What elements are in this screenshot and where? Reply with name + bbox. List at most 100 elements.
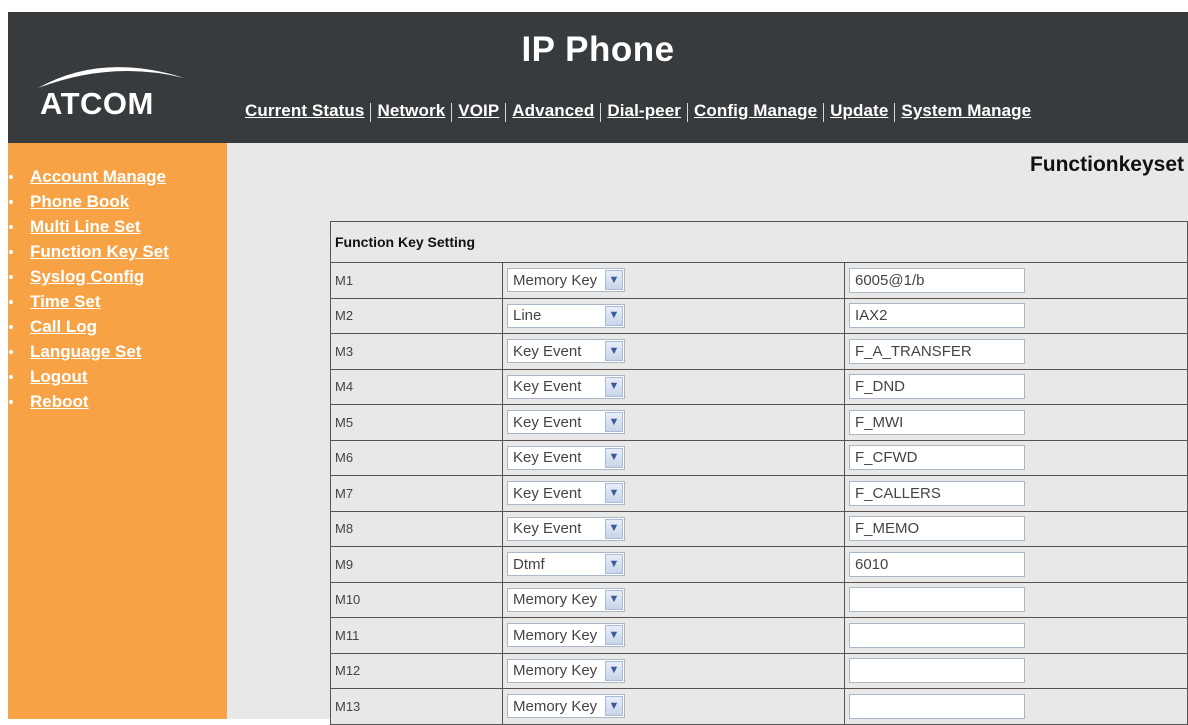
function-key-type-select[interactable]: Key Event ▼ <box>507 374 625 399</box>
chevron-down-icon[interactable]: ▼ <box>605 447 623 468</box>
function-key-type-select[interactable]: Line ▼ <box>507 303 625 328</box>
function-key-type-select[interactable]: Memory Key ▼ <box>507 694 625 719</box>
chevron-down-icon[interactable]: ▼ <box>605 341 623 362</box>
bullet-icon <box>9 175 13 179</box>
nav-separator <box>687 102 689 122</box>
chevron-down-icon[interactable]: ▼ <box>605 305 623 326</box>
function-key-value-input[interactable] <box>849 480 1025 506</box>
sidebar-menu: Account Manage Phone Book Multi Line Set… <box>8 164 169 414</box>
nav-separator <box>451 102 453 122</box>
chevron-down-icon[interactable]: ▼ <box>605 412 623 433</box>
function-key-type-select[interactable]: Memory Key ▼ <box>507 658 625 683</box>
bullet-icon <box>9 200 13 204</box>
sidebar-link-multi-line-set[interactable]: Multi Line Set <box>30 217 141 236</box>
function-key-value-input[interactable] <box>849 516 1025 542</box>
table-row: M2 Line ▼ <box>330 297 1188 334</box>
function-key-type-select[interactable]: Key Event ▼ <box>507 481 625 506</box>
function-key-value-cell <box>844 652 1188 689</box>
function-key-type-select[interactable]: Memory Key ▼ <box>507 268 625 293</box>
function-key-type-select[interactable]: Memory Key ▼ <box>507 587 625 612</box>
chevron-down-icon[interactable]: ▼ <box>605 589 623 610</box>
nav-config-manage[interactable]: Config Manage <box>694 101 817 121</box>
select-value: Key Event <box>513 484 582 502</box>
function-key-value-cell <box>844 368 1188 405</box>
nav-current-status[interactable]: Current Status <box>245 101 364 121</box>
page-title: Functionkeyset <box>1029 153 1184 176</box>
nav-network[interactable]: Network <box>377 101 445 121</box>
chevron-down-icon[interactable]: ▼ <box>605 696 623 717</box>
content-area: Functionkeyset Function Key Setting M1 Me… <box>227 143 1188 725</box>
function-key-value-input[interactable] <box>849 587 1025 613</box>
function-key-type-select[interactable]: Key Event ▼ <box>507 410 625 435</box>
function-key-type-select[interactable]: Memory Key ▼ <box>507 623 625 648</box>
sidebar: Account Manage Phone Book Multi Line Set… <box>8 143 227 719</box>
function-key-value-input[interactable] <box>849 622 1025 648</box>
sidebar-link-time-set[interactable]: Time Set <box>30 292 101 311</box>
chevron-down-icon[interactable]: ▼ <box>605 376 623 397</box>
function-key-value-input[interactable] <box>849 303 1025 329</box>
function-key-value-input[interactable] <box>849 267 1025 293</box>
select-value: Line <box>513 307 542 325</box>
nav-separator <box>823 102 825 122</box>
nav-voip[interactable]: VOIP <box>458 101 499 121</box>
function-key-value-input[interactable] <box>849 658 1025 684</box>
function-key-value-input[interactable] <box>849 409 1025 435</box>
nav-update[interactable]: Update <box>830 101 888 121</box>
sidebar-link-function-key-set[interactable]: Function Key Set <box>30 242 169 261</box>
sidebar-link-reboot[interactable]: Reboot <box>30 392 89 411</box>
function-key-type-cell: Memory Key ▼ <box>502 652 845 689</box>
function-key-value-input[interactable] <box>849 374 1025 400</box>
sidebar-item-time-set: Time Set <box>8 289 169 314</box>
function-key-type-select[interactable]: Key Event ▼ <box>507 516 625 541</box>
function-key-type-select[interactable]: Dtmf ▼ <box>507 552 625 577</box>
function-key-label: M11 <box>330 617 503 654</box>
sidebar-link-logout[interactable]: Logout <box>30 367 88 386</box>
table-row: M12 Memory Key ▼ <box>330 652 1188 689</box>
function-key-type-select[interactable]: Key Event ▼ <box>507 445 625 470</box>
top-navigation: Current Status Network VOIP Advanced Dia… <box>245 99 1031 123</box>
chevron-down-icon[interactable]: ▼ <box>605 518 623 539</box>
chevron-down-icon[interactable]: ▼ <box>605 483 623 504</box>
function-key-type-cell: Key Event ▼ <box>502 439 845 476</box>
sidebar-link-account-manage[interactable]: Account Manage <box>30 167 166 186</box>
function-key-type-cell: Key Event ▼ <box>502 475 845 512</box>
function-key-type-cell: Dtmf ▼ <box>502 546 845 583</box>
function-key-value-cell <box>844 581 1188 618</box>
sidebar-link-call-log[interactable]: Call Log <box>30 317 97 336</box>
nav-separator <box>505 102 507 122</box>
function-key-type-cell: Memory Key ▼ <box>502 617 845 654</box>
sidebar-link-phone-book[interactable]: Phone Book <box>30 192 129 211</box>
function-key-label: M2 <box>330 297 503 334</box>
chevron-down-icon[interactable]: ▼ <box>605 270 623 291</box>
chevron-down-icon[interactable]: ▼ <box>605 625 623 646</box>
function-key-value-cell <box>844 617 1188 654</box>
nav-system-manage[interactable]: System Manage <box>901 101 1031 121</box>
function-key-type-select[interactable]: Key Event ▼ <box>507 339 625 364</box>
function-key-value-input[interactable] <box>849 338 1025 364</box>
bullet-icon <box>9 350 13 354</box>
function-key-type-cell: Key Event ▼ <box>502 510 845 547</box>
nav-dial-peer[interactable]: Dial-peer <box>607 101 681 121</box>
function-key-type-cell: Key Event ▼ <box>502 368 845 405</box>
sidebar-item-function-key-set: Function Key Set <box>8 239 169 264</box>
chevron-down-icon[interactable]: ▼ <box>605 660 623 681</box>
sidebar-item-phone-book: Phone Book <box>8 189 169 214</box>
header-bar: IP Phone ATCOM Current Status Network VO… <box>8 12 1188 143</box>
sidebar-link-syslog-config[interactable]: Syslog Config <box>30 267 144 286</box>
sidebar-link-language-set[interactable]: Language Set <box>30 342 141 361</box>
logo-text: ATCOM <box>40 86 154 121</box>
function-key-table: Function Key Setting M1Memory Key▼M2Line… <box>330 221 1188 725</box>
bullet-icon <box>9 375 13 379</box>
chevron-down-icon[interactable]: ▼ <box>605 554 623 575</box>
function-key-label: M12 <box>330 652 503 689</box>
atcom-logo: ATCOM <box>32 52 192 132</box>
function-key-value-input[interactable] <box>849 693 1025 719</box>
function-key-value-input[interactable] <box>849 551 1025 577</box>
function-key-value-cell <box>844 546 1188 583</box>
select-value: Memory Key <box>513 271 598 289</box>
bullet-icon <box>9 250 13 254</box>
nav-advanced[interactable]: Advanced <box>512 101 594 121</box>
function-key-type-cell: Key Event ▼ <box>502 404 845 441</box>
sidebar-item-syslog-config: Syslog Config <box>8 264 169 289</box>
function-key-value-input[interactable] <box>849 445 1025 471</box>
